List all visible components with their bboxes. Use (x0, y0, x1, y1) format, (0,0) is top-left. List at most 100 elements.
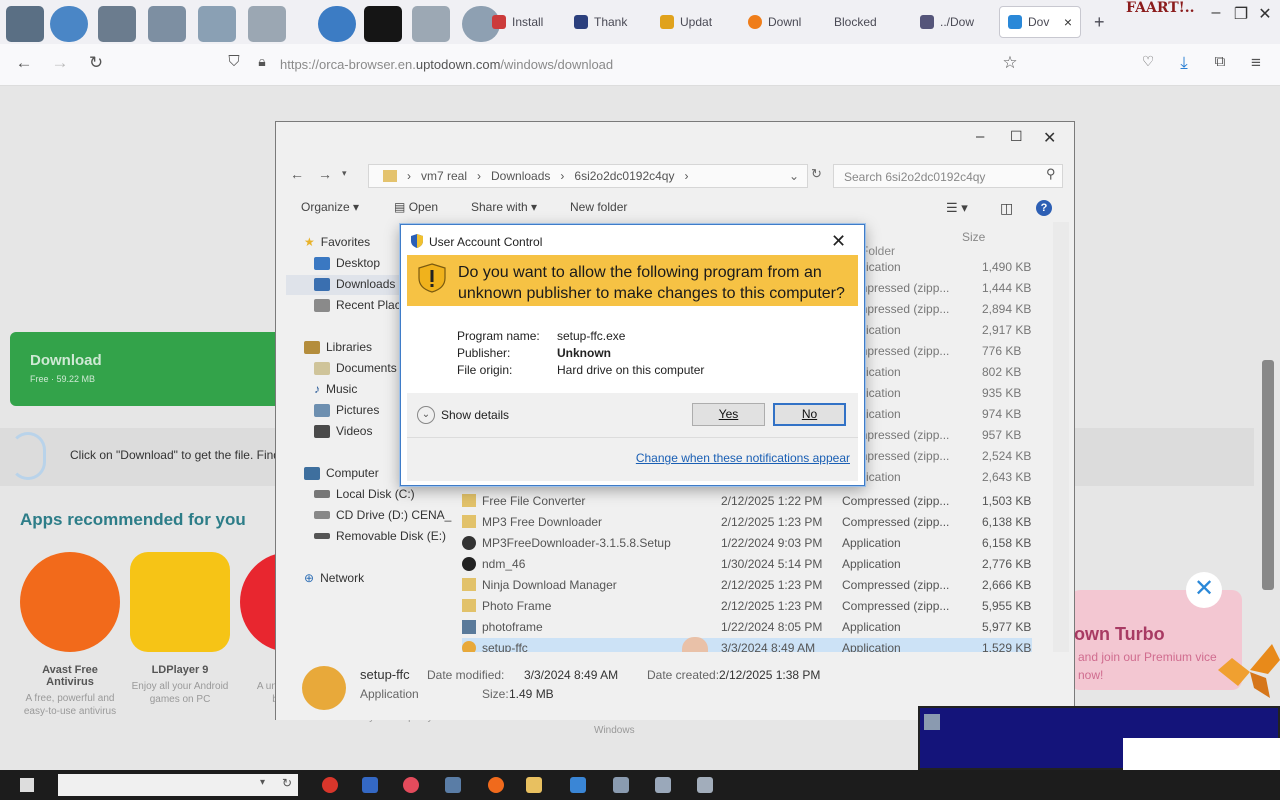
breadcrumb-item[interactable]: 6si2o2dc0192c4qy (574, 169, 674, 183)
organize-menu[interactable]: Organize ▾ (301, 200, 359, 214)
change-notifications-link[interactable]: Change when these notifications appear (636, 451, 850, 465)
folder-icon[interactable] (98, 6, 136, 42)
chevron-down-icon[interactable]: ▾ (342, 168, 347, 179)
refresh-icon[interactable]: ↻ (282, 776, 292, 790)
column-header-size[interactable]: Size (962, 230, 985, 244)
back-arrow-icon[interactable]: ← (290, 166, 304, 182)
yes-button[interactable]: Yes (692, 403, 765, 426)
taskbar-search-box[interactable]: ▾ ↻ (58, 774, 298, 796)
app-card-ldplayer[interactable]: LDPlayer 9 Enjoy all your Android games … (130, 552, 230, 706)
desktop-shortcut-icon[interactable] (6, 6, 44, 42)
nav-libraries[interactable]: Libraries (304, 340, 372, 354)
tab-thank[interactable]: Thank (574, 6, 644, 38)
maximize-icon[interactable]: ☐ (1010, 128, 1023, 145)
file-row[interactable]: MP3 Free Downloader 2/12/2025 1:23 PM Comp… (462, 512, 1032, 533)
app-icon[interactable] (697, 777, 713, 793)
search-icon[interactable]: ⚲ (1046, 166, 1056, 182)
preview-pane-icon[interactable]: ◫ (1000, 200, 1013, 217)
forward-arrow-icon[interactable]: → (318, 166, 332, 182)
open-button[interactable]: ▤ Open (394, 200, 438, 214)
app-icon[interactable] (570, 777, 586, 793)
file-row[interactable]: Photo Frame 2/12/2025 1:23 PM Compressed (… (462, 596, 1032, 617)
globe-icon[interactable] (318, 6, 356, 42)
camera-app-icon[interactable] (403, 777, 419, 793)
menu-icon[interactable]: ≡ (1244, 53, 1268, 73)
lock-icon[interactable]: 🔒︎ (250, 53, 274, 70)
address-bar[interactable]: › vm7 real › Downloads › 6si2o2dc0192c4qy ›… (368, 164, 808, 188)
back-arrow-icon[interactable]: ← (12, 53, 36, 73)
reload-icon[interactable]: ↻ (84, 53, 108, 73)
nav-network[interactable]: ⊕ Network (304, 571, 364, 585)
tab-active[interactable]: Dov × (999, 6, 1081, 38)
nav-desktop[interactable]: Desktop (314, 256, 380, 270)
firefox-icon[interactable] (488, 777, 504, 793)
pocket-icon[interactable]: ♡ (1136, 53, 1160, 70)
nav-favorites[interactable]: ★ Favorites (304, 235, 370, 249)
app-icon[interactable] (322, 777, 338, 793)
app-icon[interactable] (655, 777, 671, 793)
file-row[interactable]: Ninja Download Manager 2/12/2025 1:23 PM C… (462, 575, 1032, 596)
nav-local-disk[interactable]: Local Disk (C:) (314, 487, 415, 501)
tab-blocked[interactable]: Blocked (834, 6, 904, 38)
close-icon[interactable]: ✕ (1250, 4, 1280, 24)
search-input[interactable]: Search 6si2o2dc0192c4qy (833, 164, 1063, 188)
breadcrumb-item[interactable]: Downloads (491, 169, 550, 183)
file-row[interactable]: photoframe 1/22/2024 8:05 PM Application 5,… (462, 617, 1032, 638)
nav-cd-drive[interactable]: CD Drive (D:) CENA_ (314, 508, 451, 522)
shield-icon[interactable]: ⛉ (222, 53, 246, 70)
tab-dow[interactable]: ../Dow (920, 6, 990, 38)
close-icon[interactable]: ✕ (1186, 572, 1222, 608)
tool-icon[interactable] (412, 6, 450, 42)
file-row[interactable]: Free File Converter 2/12/2025 1:22 PM Comp… (462, 491, 1032, 512)
nav-recent-places[interactable]: Recent Places (314, 298, 413, 312)
windows-start-icon[interactable] (20, 778, 34, 792)
bookmark-star-icon[interactable]: ☆ (998, 53, 1022, 73)
nav-downloads[interactable]: Downloads (314, 277, 395, 291)
app-icon[interactable] (613, 777, 629, 793)
app-icon[interactable] (445, 777, 461, 793)
app-card-avast[interactable]: Avast Free Antivirus A free, powerful an… (20, 552, 120, 718)
downloads-icon[interactable]: ⤓ (1172, 53, 1196, 73)
file-list-scrollbar[interactable] (1053, 222, 1069, 652)
no-button[interactable]: No (773, 403, 846, 426)
url-bar[interactable]: https://orca-browser.en.uptodown.com/win… (280, 57, 613, 72)
forward-arrow-icon[interactable]: → (48, 53, 72, 73)
close-icon[interactable]: ✕ (1043, 128, 1056, 148)
background-window[interactable] (918, 706, 1280, 772)
tab-update[interactable]: Updat (660, 6, 730, 38)
tool-icon[interactable] (248, 6, 286, 42)
file-row[interactable]: MP3FreeDownloader-3.1.5.8.Setup 1/22/2024… (462, 533, 1032, 554)
refresh-icon[interactable]: ↻ (811, 166, 822, 182)
nav-pictures[interactable]: Pictures (314, 403, 379, 417)
folder-icon[interactable] (198, 6, 236, 42)
file-row[interactable]: ndm_46 1/30/2024 5:14 PM Application 2,776 … (462, 554, 1032, 575)
shield-app-icon[interactable] (362, 777, 378, 793)
globe-icon[interactable] (50, 6, 88, 42)
extensions-icon[interactable]: ⧉ (1208, 53, 1232, 70)
help-icon[interactable]: ? (1036, 200, 1052, 216)
tab-install[interactable]: Install (492, 6, 562, 38)
new-folder-button[interactable]: New folder (570, 200, 627, 214)
chevron-down-icon[interactable]: ▾ (260, 777, 265, 788)
download-button[interactable]: Download Free · 59.22 MB (10, 332, 290, 406)
minimize-icon[interactable]: – (976, 128, 984, 145)
chevron-down-icon[interactable]: ⌄ (789, 169, 799, 183)
nav-removable-disk[interactable]: Removable Disk (E:) (314, 529, 446, 543)
nav-music[interactable]: ♪ Music (314, 382, 357, 396)
tshirt-icon[interactable] (364, 6, 402, 42)
nav-documents[interactable]: Documents (314, 361, 397, 375)
folder-icon[interactable] (148, 6, 186, 42)
tab-close-icon[interactable]: × (1064, 14, 1072, 30)
new-tab-button[interactable]: + (1094, 6, 1114, 38)
nav-videos[interactable]: Videos (314, 424, 372, 438)
breadcrumb-item[interactable]: vm7 real (421, 169, 467, 183)
tab-download[interactable]: Downl (748, 6, 818, 38)
show-details-button[interactable]: ⌄ Show details (417, 406, 509, 424)
column-header-type[interactable]: Folder (861, 244, 895, 258)
file-explorer-icon[interactable] (526, 777, 542, 793)
share-with-menu[interactable]: Share with ▾ (471, 200, 537, 214)
close-icon[interactable]: ✕ (831, 231, 846, 252)
nav-computer[interactable]: Computer (304, 466, 379, 480)
page-scrollbar[interactable] (1262, 360, 1274, 590)
view-options-icon[interactable]: ☰ ▾ (946, 200, 968, 216)
